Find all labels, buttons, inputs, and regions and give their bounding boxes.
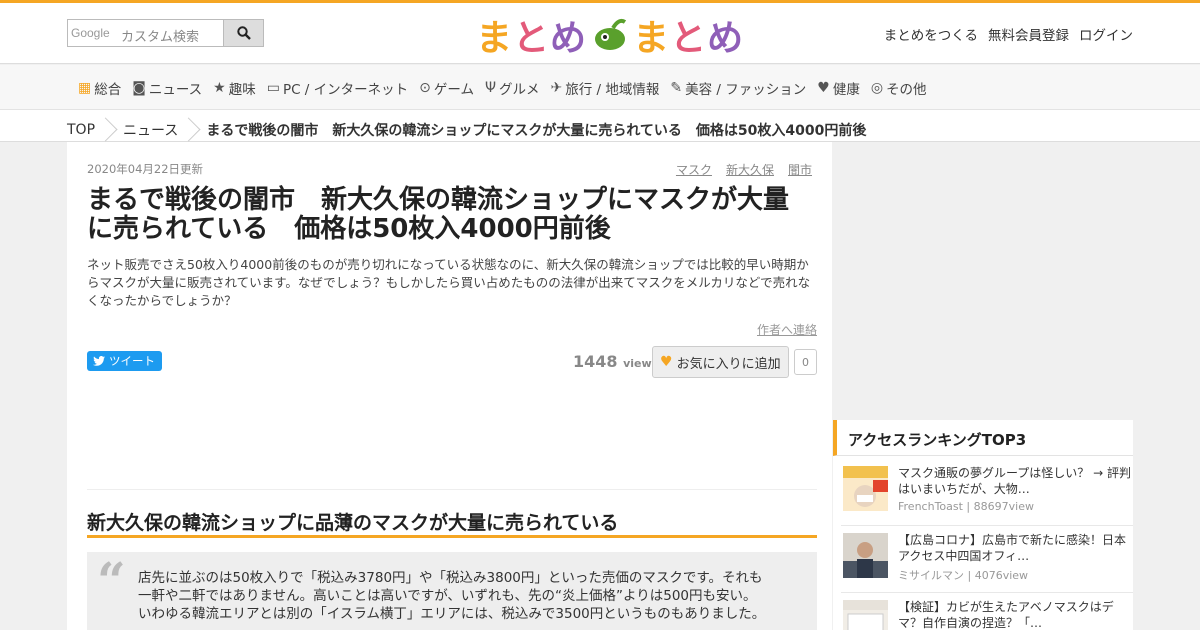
section-divider xyxy=(87,489,817,490)
ranking-item-author: ミサイルマン | 4076view xyxy=(898,569,1029,582)
search-input[interactable]: カスタム検索 xyxy=(121,26,199,45)
search-brand: Google xyxy=(71,26,110,40)
twitter-bird-icon xyxy=(93,356,105,366)
nav-item-health[interactable]: ♥ 健康 xyxy=(817,78,860,98)
updated-date: 2020年04月22日更新 xyxy=(87,162,204,176)
breadcrumb: TOP ニュース まるで戦後の闇市 新大久保の韓流ショップにマスクが大量に売られ… xyxy=(0,110,1200,142)
tweet-label: ツイート xyxy=(109,354,155,368)
breadcrumb-separator-icon xyxy=(103,117,115,143)
ranking-thumbnail xyxy=(843,533,888,578)
logo-char: め xyxy=(550,18,588,59)
nav-item-travel[interactable]: ✈ 旅行 / 地域情報 xyxy=(551,78,660,98)
heart-icon: ♥ xyxy=(660,354,673,370)
nav-label: 総合 xyxy=(94,82,122,98)
ranking-item-author: FrenchToast | 88697view xyxy=(898,500,1034,513)
nav-item-other[interactable]: ◎ その他 xyxy=(871,78,927,98)
breadcrumb-category[interactable]: ニュース xyxy=(123,120,178,140)
logo-char: と xyxy=(670,18,708,59)
breadcrumb-current: まるで戦後の闇市 新大久保の韓流ショップにマスクが大量に売られている 価格は50… xyxy=(206,123,867,139)
logo-char: ま xyxy=(476,18,514,59)
category-nav: ▦ 総合 ◙ ニュース ★ 趣味 ▭ PC / インターネット ⊙ ゲーム Ψ グルメ ✈ 旅… xyxy=(0,65,1200,110)
header-links: まとめをつくる 無料会員登録 ログイン xyxy=(884,24,1133,44)
nav-label: ニュース xyxy=(148,82,203,98)
nav-item-game[interactable]: ⊙ ゲーム xyxy=(419,78,474,98)
article-description: ネット販売でさえ50枚入り4000前後のものが売り切れになっている状態なのに、新… xyxy=(87,257,811,308)
tag-list: マスク 新大久保 闇市 xyxy=(676,161,812,178)
nav-item-beauty[interactable]: ✎ 美容 / ファッション xyxy=(670,78,806,98)
quote-text: 店先に並ぶのは50枚入りで「税込み3780円」や「税込み3800円」といった売価… xyxy=(138,570,766,622)
star-icon: ★ xyxy=(213,80,226,96)
tag-link[interactable]: マスク xyxy=(676,161,712,178)
ranking-thumbnail xyxy=(843,466,888,511)
favorite-button[interactable]: ♥ お気に入りに追加 xyxy=(652,346,789,378)
view-count-value: 1448 xyxy=(573,352,618,371)
ranking-item-title: マスク通販の夢グループは怪しい？ → 評判はいまいちだが、大物… xyxy=(898,466,1131,496)
article-main: 2020年04月22日更新 マスク 新大久保 闇市 まるで戦後の闇市 新大久保の… xyxy=(67,142,832,630)
camera-icon: ◙ xyxy=(132,80,146,96)
sidebar: アクセスランキングTOP3 マスク通販の夢グループは怪しい？ → 評判はいまいち… xyxy=(833,142,1133,630)
view-count: 1448 view xyxy=(573,352,652,371)
monitor-icon: ▭ xyxy=(266,80,280,96)
ranking-title: アクセスランキングTOP3 xyxy=(833,420,1133,456)
register-link[interactable]: 無料会員登録 xyxy=(988,24,1069,44)
nav-label: その他 xyxy=(886,82,927,98)
site-header: Google カスタム検索 ま と め ま と め まとめをつくる 無料会員登録… xyxy=(0,3,1200,64)
nav-label: 趣味 xyxy=(228,82,256,98)
article-title: まるで戦後の闇市 新大久保の韓流ショップにマスクが大量に売られている 価格は50… xyxy=(87,185,790,244)
favorite-label: お気に入りに追加 xyxy=(676,356,781,372)
logo-char: め xyxy=(707,18,745,59)
nav-item-gourmet[interactable]: Ψ グルメ xyxy=(485,78,540,98)
nav-item-general[interactable]: ▦ 総合 xyxy=(78,78,121,98)
breadcrumb-separator-icon xyxy=(186,117,198,143)
search-button[interactable] xyxy=(223,19,264,47)
logo-char: と xyxy=(513,18,551,59)
ranking-item-title: 【検証】カビが生えたアベノマスクはデマ？自作自演の捏造？「… xyxy=(898,600,1114,630)
create-matome-link[interactable]: まとめをつくる xyxy=(884,24,978,44)
login-link[interactable]: ログイン xyxy=(1079,24,1133,44)
view-unit: view xyxy=(623,357,652,370)
brush-icon: ✎ xyxy=(670,80,683,96)
nav-item-hobby[interactable]: ★ 趣味 xyxy=(213,78,256,98)
logo-char: ま xyxy=(633,18,671,59)
logo-mascot-icon xyxy=(595,18,627,50)
search-box[interactable]: Google カスタム検索 xyxy=(67,19,264,47)
plane-icon: ✈ xyxy=(550,80,563,96)
nav-label: グルメ xyxy=(499,82,540,98)
nav-item-pc[interactable]: ▭ PC / インターネット xyxy=(267,78,408,98)
site-logo[interactable]: ま と め ま と め xyxy=(476,13,744,59)
ranking-item-title: 【広島コロナ】広島市で新たに感染！日本アクセス中四国オフィ… xyxy=(898,533,1127,563)
ranking-item[interactable]: マスク通販の夢グループは怪しい？ → 評判はいまいちだが、大物… FrenchT… xyxy=(841,460,1133,526)
nav-label: 旅行 / 地域情報 xyxy=(565,82,660,98)
cutlery-icon: Ψ xyxy=(485,80,497,96)
tag-link[interactable]: 闇市 xyxy=(788,161,812,178)
contact-author-link[interactable]: 作者へ連絡 xyxy=(757,321,817,338)
nav-label: 美容 / ファッション xyxy=(685,82,807,98)
nav-item-news[interactable]: ◙ ニュース xyxy=(132,78,202,98)
tweet-button[interactable]: ツイート xyxy=(87,351,162,371)
heartbeat-icon: ♥ xyxy=(817,80,830,96)
favorite-count: 0 xyxy=(794,349,817,375)
grid-icon: ▦ xyxy=(78,80,92,96)
ranking-thumbnail xyxy=(843,600,888,630)
nav-label: 健康 xyxy=(832,82,860,98)
section-heading: 新大久保の韓流ショップに品薄のマスクが大量に売られている xyxy=(87,508,817,538)
search-icon xyxy=(236,26,251,40)
breadcrumb-top[interactable]: TOP xyxy=(67,122,95,138)
dots-icon: ◎ xyxy=(870,80,884,96)
gamepad-icon: ⊙ xyxy=(419,80,431,96)
ranking-box: アクセスランキングTOP3 マスク通販の夢グループは怪しい？ → 評判はいまいち… xyxy=(833,420,1133,630)
quote-block: “ 店先に並ぶのは50枚入りで「税込み3780円」や「税込み3800円」といった… xyxy=(87,552,817,630)
nav-label: ゲーム xyxy=(433,82,474,98)
ranking-item[interactable]: 【検証】カビが生えたアベノマスクはデマ？自作自演の捏造？「… xyxy=(841,594,1133,630)
quote-mark-icon: “ xyxy=(97,551,126,610)
tag-link[interactable]: 新大久保 xyxy=(726,161,774,178)
ranking-item[interactable]: 【広島コロナ】広島市で新たに感染！日本アクセス中四国オフィ… ミサイルマン | … xyxy=(841,527,1133,593)
nav-label: PC / インターネット xyxy=(282,82,409,98)
